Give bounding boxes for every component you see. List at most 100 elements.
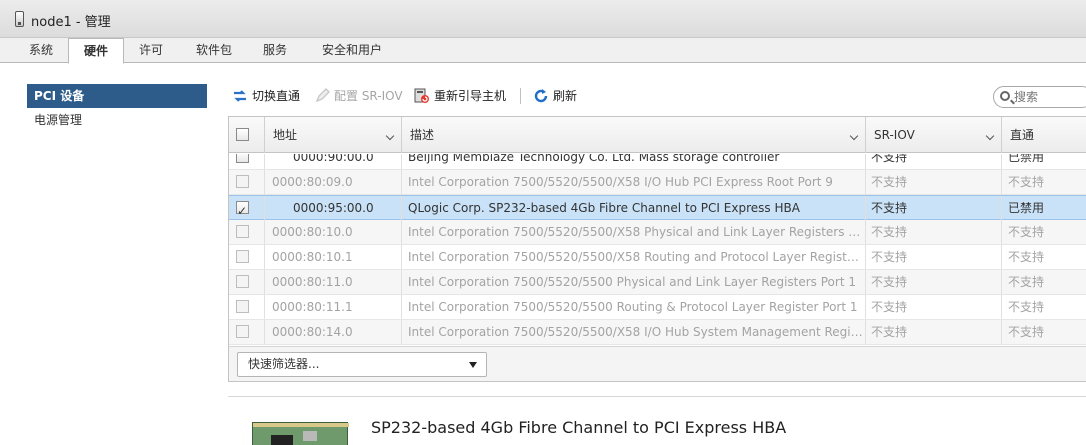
cell-address: 0000:95:00.0 — [265, 196, 402, 220]
cell-address: 0000:80:14.0 — [265, 320, 402, 344]
cell-description: QLogic Corp. SP232-based 4Gb Fibre Chann… — [402, 196, 866, 220]
reboot-host-icon — [414, 88, 430, 104]
row-checkbox[interactable] — [236, 199, 249, 220]
cell-description: Beijing Memblaze Technology Co. Ltd. Mas… — [402, 154, 866, 169]
row-checkbox-cell — [229, 245, 265, 269]
tab-strip: 系统 硬件 许可 软件包 服务 安全和用户 — [0, 38, 1086, 64]
window-title: node1 - 管理 — [31, 15, 111, 30]
column-passthrough-label: 直通 — [1010, 128, 1035, 142]
hba-card-image — [252, 422, 349, 445]
select-all-cell — [229, 117, 265, 153]
cell-address: 0000:90:00.0 — [265, 154, 402, 169]
table-row[interactable]: 0000:80:10.1 Intel Corporation 7500/5520/… — [229, 245, 1086, 270]
row-checkbox-cell — [229, 196, 265, 220]
cell-passthrough: 不支持 — [1008, 250, 1045, 264]
table-row[interactable]: 0000:80:09.0 Intel Corporation 7500/5520/… — [229, 170, 1086, 195]
configure-sriov-button[interactable]: 配置 SR-IOV — [314, 84, 403, 108]
tab-hardware[interactable]: 硬件 — [68, 38, 124, 64]
grid-footer: 快速筛选器... — [229, 346, 1086, 381]
sidebar-item-pci-devices[interactable]: PCI 设备 — [27, 84, 207, 108]
cell-sriov: 不支持 — [866, 245, 1002, 269]
cell-passthrough: 不支持 — [1008, 175, 1045, 189]
table-row[interactable]: 0000:90:00.0 Beijing Memblaze Technology … — [229, 154, 1086, 170]
reboot-host-button[interactable]: 重新引导主机 — [414, 84, 506, 108]
column-address-label: 地址 — [273, 128, 298, 142]
refresh-label: 刷新 — [553, 89, 578, 103]
tab-security-users[interactable]: 安全和用户 — [310, 38, 394, 63]
row-checkbox — [236, 325, 249, 338]
cell-description: Intel Corporation 7500/5520/5500 Physica… — [402, 270, 866, 294]
column-description-label: 描述 — [410, 128, 435, 142]
cell-description: Intel Corporation 7500/5520/5500 Routing… — [402, 295, 866, 319]
cell-description: Intel Corporation 7500/5520/5500/X58 Phy… — [402, 220, 866, 244]
refresh-icon — [533, 88, 549, 104]
cell-sriov: 不支持 — [866, 220, 1002, 244]
column-header-passthrough[interactable]: 直通 — [1002, 117, 1086, 153]
row-checkbox-cell — [229, 320, 265, 344]
sidebar-item-power-management[interactable]: 电源管理 — [27, 108, 207, 132]
cell-address: 0000:80:11.1 — [265, 295, 402, 319]
tab-license[interactable]: 许可 — [126, 38, 176, 63]
cell-address: 0000:80:10.1 — [265, 245, 402, 269]
cell-address: 0000:80:09.0 — [265, 170, 402, 194]
reboot-host-label: 重新引导主机 — [434, 89, 507, 103]
device-detail-title: SP232-based 4Gb Fibre Channel to PCI Exp… — [371, 418, 787, 437]
chevron-down-icon[interactable] — [385, 131, 395, 141]
row-checkbox-cell — [229, 220, 265, 244]
tab-system[interactable]: 系统 — [16, 38, 66, 63]
row-checkbox-cell — [229, 270, 265, 294]
table-row[interactable]: 0000:95:00.0QLogic Corp. SP232-based 4Gb… — [229, 195, 1086, 220]
cell-passthrough: 已禁用 — [1008, 154, 1045, 164]
quick-filter-label: 快速筛选器... — [248, 357, 320, 371]
cell-description: Intel Corporation 7500/5520/5500/X58 I/O… — [402, 170, 866, 194]
cell-sriov: 不支持 — [866, 196, 1002, 220]
cell-sriov: 不支持 — [866, 295, 1002, 319]
cell-passthrough: 不支持 — [1008, 275, 1045, 289]
row-checkbox-cell — [229, 154, 265, 169]
cell-passthrough: 已禁用 — [1008, 201, 1045, 215]
chevron-down-icon[interactable] — [849, 131, 859, 141]
cell-passthrough: 不支持 — [1008, 325, 1045, 339]
pci-device-grid: 地址 描述 SR-IOV 直通 0000:90:00.0 Beijing Memb… — [228, 116, 1086, 382]
grid-header: 地址 描述 SR-IOV 直通 — [229, 117, 1086, 153]
device-icon — [15, 11, 24, 27]
column-header-address[interactable]: 地址 — [265, 117, 402, 153]
table-row[interactable]: 0000:80:10.0 Intel Corporation 7500/5520/… — [229, 220, 1086, 245]
cell-address: 0000:80:10.0 — [265, 220, 402, 244]
row-checkbox[interactable] — [236, 154, 249, 163]
select-all-checkbox[interactable] — [236, 128, 249, 141]
table-row[interactable]: 0000:80:11.0 Intel Corporation 7500/5520/… — [229, 270, 1086, 295]
row-checkbox-cell — [229, 170, 265, 194]
dropdown-arrow-icon — [469, 362, 477, 368]
grid-body: 0000:90:00.0 Beijing Memblaze Technology … — [229, 154, 1086, 346]
details-divider — [228, 396, 1086, 397]
sidebar: PCI 设备 电源管理 — [27, 84, 207, 132]
table-row[interactable]: 0000:80:11.1 Intel Corporation 7500/5520/… — [229, 295, 1086, 320]
search-box — [993, 86, 1086, 108]
refresh-button[interactable]: 刷新 — [533, 84, 577, 108]
quick-filter-dropdown[interactable]: 快速筛选器... — [237, 352, 487, 377]
table-row[interactable]: 0000:80:14.0 Intel Corporation 7500/5520/… — [229, 320, 1086, 345]
tab-services[interactable]: 服务 — [252, 38, 298, 63]
chevron-down-icon[interactable] — [985, 131, 995, 141]
row-checkbox — [236, 250, 249, 263]
cell-address: 0000:80:11.0 — [265, 270, 402, 294]
tab-packages[interactable]: 软件包 — [184, 38, 244, 63]
window-titlebar: node1 - 管理 — [0, 0, 1086, 38]
row-checkbox — [236, 225, 249, 238]
column-header-description[interactable]: 描述 — [402, 117, 866, 153]
row-checkbox — [236, 275, 249, 288]
pencil-icon — [314, 88, 330, 104]
column-header-sriov[interactable]: SR-IOV — [866, 117, 1002, 153]
toolbar: 切换直通 配置 SR-IOV 重新引导主机 刷新 — [228, 84, 1086, 108]
toggle-passthrough-label: 切换直通 — [252, 89, 301, 103]
cell-passthrough: 不支持 — [1008, 225, 1045, 239]
toggle-passthrough-button[interactable]: 切换直通 — [232, 84, 300, 108]
search-input[interactable] — [1014, 89, 1084, 105]
cell-description: Intel Corporation 7500/5520/5500/X58 Rou… — [402, 245, 866, 269]
column-sriov-label: SR-IOV — [874, 128, 915, 142]
row-checkbox — [236, 175, 249, 188]
configure-sriov-label: 配置 SR-IOV — [334, 89, 403, 103]
cell-sriov: 不支持 — [866, 270, 1002, 294]
cell-sriov: 不支持 — [866, 154, 1002, 169]
